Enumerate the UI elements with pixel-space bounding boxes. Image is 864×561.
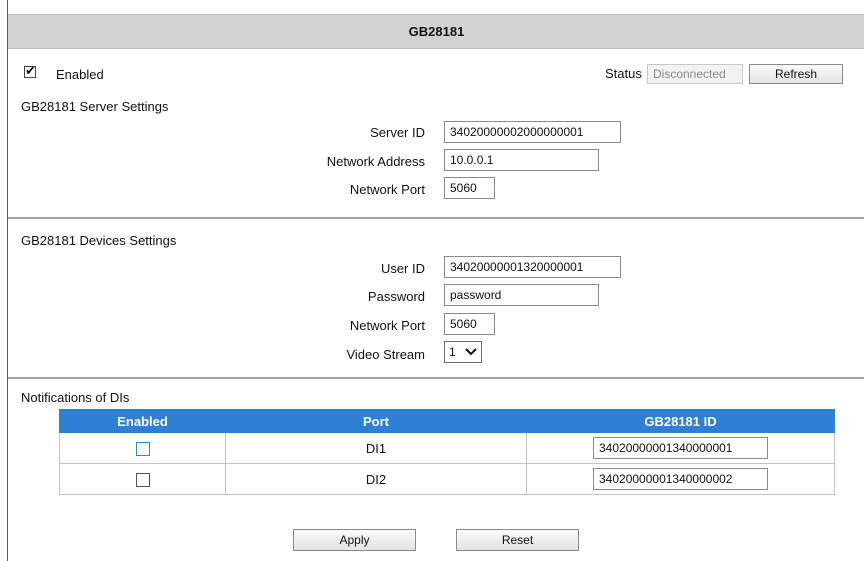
check-icon: ✔ [25,63,36,78]
column-header-gb28181-id: GB28181 ID [526,409,835,433]
section-divider [8,217,864,219]
di2-enabled-checkbox[interactable] [135,472,150,487]
di1-port: DI1 [225,432,527,464]
table-row: DI1 34020000001340000001 [59,432,835,464]
column-header-enabled: Enabled [59,409,226,433]
devices-settings-heading: GB28181 Devices Settings [21,233,177,248]
gb28181-panel: GB28181 ✔ Enabled Status Disconnected Re… [7,0,864,561]
server-id-label: Server ID [370,125,425,140]
di1-id-input[interactable]: 34020000001340000001 [593,437,768,459]
password-label: Password [367,289,425,304]
user-id-input[interactable]: 34020000001320000001 [444,256,621,278]
section-divider [8,377,864,379]
network-address-input[interactable]: 10.0.0.1 [444,149,599,171]
device-network-port-input[interactable]: 5060 [444,313,495,335]
di2-port: DI2 [225,463,527,495]
server-settings-heading: GB28181 Server Settings [21,99,169,114]
apply-button[interactable]: Apply [293,529,416,551]
server-network-port-input[interactable]: 5060 [444,177,495,199]
server-network-port-label: Network Port [349,182,425,197]
status-label: Status [605,66,642,81]
notifications-heading: Notifications of DIs [21,390,130,405]
table-header-row: Enabled Port GB28181 ID [59,409,835,433]
chevron-down-icon [465,342,477,369]
video-stream-label: Video Stream [346,347,425,362]
user-id-label: User ID [380,261,425,276]
video-stream-select[interactable]: 1 [444,341,482,363]
enabled-checkbox[interactable]: ✔ [24,63,36,78]
column-header-port: Port [225,409,527,433]
panel-title: GB28181 [8,14,864,49]
device-network-port-label: Network Port [349,318,425,333]
server-id-input[interactable]: 34020000002000000001 [444,121,621,143]
table-row: DI2 34020000001340000002 [59,463,835,495]
video-stream-value: 1 [449,345,456,359]
enabled-label: Enabled [56,67,104,82]
password-input[interactable]: password [444,284,599,306]
refresh-button[interactable]: Refresh [749,64,843,84]
di2-id-input[interactable]: 34020000001340000002 [593,468,768,490]
di-notifications-table: Enabled Port GB28181 ID DI1 340200000013… [59,409,835,495]
reset-button[interactable]: Reset [456,529,579,551]
di1-enabled-checkbox[interactable] [135,441,150,456]
status-value: Disconnected [647,64,743,84]
network-address-label: Network Address [326,154,425,169]
